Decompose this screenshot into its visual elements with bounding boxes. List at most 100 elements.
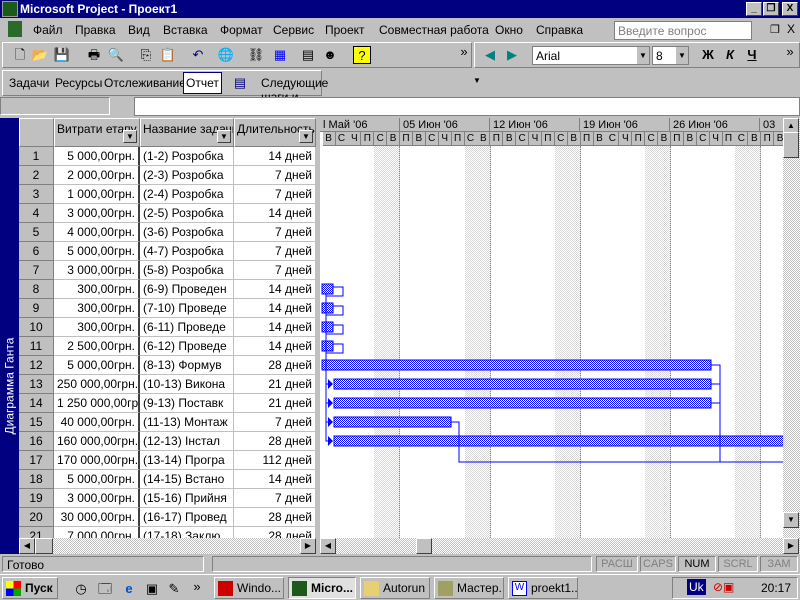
gantt-bar[interactable] — [321, 321, 334, 333]
gantt-bar[interactable] — [333, 378, 712, 390]
duration-cell[interactable]: 14 дней — [234, 470, 316, 489]
gantt-vertical-scrollbar[interactable]: ▲ ▼ — [783, 118, 800, 538]
table-row[interactable]: 15 40 000,00грн. (11-13) Монтаж 7 дней — [19, 413, 316, 432]
quicklaunch-more-icon[interactable]: » — [188, 578, 206, 596]
duration-cell[interactable]: 14 дней — [234, 299, 316, 318]
task-name-cell[interactable]: (17-18) Заклю — [140, 527, 234, 538]
gantt-chart[interactable]: l Май '06 05 Июн '06 12 Июн '06 19 Июн '06 2… — [320, 118, 783, 538]
unlink-icon[interactable]: ▦ — [271, 46, 289, 64]
gantt-bar[interactable] — [333, 397, 712, 409]
table-row[interactable]: 14 1 250 000,00грн. (9-13) Поставк 21 дней — [19, 394, 316, 413]
filter-arrow-icon[interactable]: ▼ — [217, 130, 231, 143]
gantt-bar[interactable] — [321, 283, 334, 295]
task-name-cell[interactable]: (11-13) Монтаж — [140, 413, 234, 432]
cost-cell[interactable]: 1 000,00грн. — [54, 185, 140, 204]
table-row[interactable]: 20 30 000,00грн. (16-17) Провед 28 дней — [19, 508, 316, 527]
cost-cell[interactable]: 5 000,00грн. — [54, 356, 140, 375]
duration-cell[interactable]: 28 дней — [234, 356, 316, 375]
row-number[interactable]: 4 — [19, 204, 54, 223]
guide-report[interactable]: Отчет — [183, 72, 222, 94]
cost-cell[interactable]: 5 000,00грн. — [54, 147, 140, 166]
duration-cell[interactable]: 7 дней — [234, 185, 316, 204]
menu-tools[interactable]: Сервис — [273, 23, 314, 37]
task-name-cell[interactable]: (6-9) Проведен — [140, 280, 234, 299]
link-icon[interactable]: ⛓ — [247, 46, 265, 64]
entry-bar-input[interactable] — [134, 97, 800, 116]
table-row[interactable]: 13 250 000,00грн. (10-13) Викона 21 дней — [19, 375, 316, 394]
gantt-bar[interactable] — [321, 359, 712, 371]
taskbar-item-autorun[interactable]: Autorun — [360, 577, 430, 599]
toolbar-more-icon[interactable]: » — [455, 43, 473, 61]
doc-restore-button[interactable]: ❐ — [770, 23, 780, 36]
menu-help[interactable]: Справка — [536, 23, 583, 37]
toolbar-more-icon[interactable]: » — [781, 43, 799, 61]
table-horizontal-scrollbar[interactable]: ◀ ▶ — [19, 538, 316, 554]
view-bar[interactable]: Диаграмма Ганта — [0, 118, 19, 554]
table-row[interactable]: 43 000,00грн. (2-5) Розробка 14 дней — [19, 204, 316, 223]
cost-cell[interactable]: 300,00грн. — [54, 299, 140, 318]
task-name-cell[interactable]: (6-11) Проведе — [140, 318, 234, 337]
duration-cell[interactable]: 21 дней — [234, 375, 316, 394]
open-icon[interactable]: 📂 — [31, 46, 49, 64]
quicklaunch-clock-icon[interactable]: ◷ — [72, 580, 90, 598]
menu-insert[interactable]: Вставка — [163, 23, 208, 37]
task-name-cell[interactable]: (14-15) Встано — [140, 470, 234, 489]
task-name-cell[interactable]: (12-13) Інстал — [140, 432, 234, 451]
menu-format[interactable]: Формат — [220, 23, 263, 37]
chevron-down-icon[interactable]: ▼ — [676, 47, 688, 64]
cost-cell[interactable]: 7 000,00грн. — [54, 527, 140, 538]
gantt-bar[interactable] — [321, 340, 334, 352]
taskbar-item-windows[interactable]: Windo... — [214, 577, 284, 599]
table-row[interactable]: 18 5 000,00грн. (14-15) Встано 14 дней — [19, 470, 316, 489]
table-row[interactable]: 10 300,00грн. (6-11) Проведе 14 дней — [19, 318, 316, 337]
duration-cell[interactable]: 7 дней — [234, 261, 316, 280]
row-number[interactable]: 19 — [19, 489, 54, 508]
scroll-left-icon[interactable]: ◀ — [19, 538, 35, 554]
row-number[interactable]: 14 — [19, 394, 54, 413]
duration-cell[interactable]: 7 дней — [234, 413, 316, 432]
chevron-down-icon[interactable]: ▼ — [473, 76, 481, 85]
row-number[interactable]: 10 — [19, 318, 54, 337]
scroll-right-icon[interactable]: ▶ — [503, 46, 521, 64]
row-number[interactable]: 17 — [19, 451, 54, 470]
row-number[interactable]: 3 — [19, 185, 54, 204]
duration-cell[interactable]: 14 дней — [234, 337, 316, 356]
font-size-select[interactable]: 8 ▼ — [652, 46, 689, 65]
table-row[interactable]: 73 000,00грн. (5-8) Розробка 7 дней — [19, 261, 316, 280]
menu-window[interactable]: Окно — [495, 23, 523, 37]
cost-cell[interactable]: 3 000,00грн. — [54, 204, 140, 223]
minimize-button[interactable]: _ — [746, 2, 762, 16]
guide-resources[interactable]: Ресурсы — [55, 76, 102, 90]
menu-collaborate[interactable]: Совместная работа — [379, 23, 489, 37]
menu-project[interactable]: Проект — [325, 23, 365, 37]
task-name-cell[interactable]: (15-16) Прийня — [140, 489, 234, 508]
menu-edit[interactable]: Правка — [75, 23, 116, 37]
filter-arrow-icon[interactable]: ▼ — [299, 130, 313, 143]
undo-icon[interactable]: ↶ — [189, 46, 207, 64]
cost-cell[interactable]: 300,00грн. — [54, 318, 140, 337]
task-name-cell[interactable]: (3-6) Розробка — [140, 223, 234, 242]
document-icon[interactable] — [8, 21, 22, 37]
task-name-cell[interactable]: (13-14) Програ — [140, 451, 234, 470]
cost-cell[interactable]: 300,00грн. — [54, 280, 140, 299]
cost-cell[interactable]: 2 000,00грн. — [54, 166, 140, 185]
task-name-cell[interactable]: (2-5) Розробка — [140, 204, 234, 223]
table-row[interactable]: 31 000,00грн. (2-4) Розробка 7 дней — [19, 185, 316, 204]
close-button[interactable]: X — [782, 2, 798, 16]
row-number[interactable]: 2 — [19, 166, 54, 185]
duration-cell[interactable]: 21 дней — [234, 394, 316, 413]
column-header-cost[interactable]: Витрати етапу ▼ — [54, 118, 140, 147]
duration-cell[interactable]: 7 дней — [234, 166, 316, 185]
start-button[interactable]: Пуск — [2, 577, 58, 599]
cost-cell[interactable]: 5 000,00грн. — [54, 470, 140, 489]
task-name-cell[interactable]: (16-17) Провед — [140, 508, 234, 527]
scroll-left-icon[interactable]: ◀ — [481, 46, 499, 64]
chevron-down-icon[interactable]: ▼ — [637, 47, 649, 64]
column-header-duration[interactable]: Длительность ▼ — [234, 118, 316, 147]
cost-cell[interactable]: 160 000,00грн. — [54, 432, 140, 451]
guide-icon[interactable]: ▤ — [231, 74, 249, 92]
task-info-icon[interactable]: ▤ — [299, 46, 317, 64]
table-row[interactable]: 16 160 000,00грн. (12-13) Інстал 28 дней — [19, 432, 316, 451]
gantt-bar[interactable] — [333, 435, 783, 447]
table-row[interactable]: 54 000,00грн. (3-6) Розробка 7 дней — [19, 223, 316, 242]
